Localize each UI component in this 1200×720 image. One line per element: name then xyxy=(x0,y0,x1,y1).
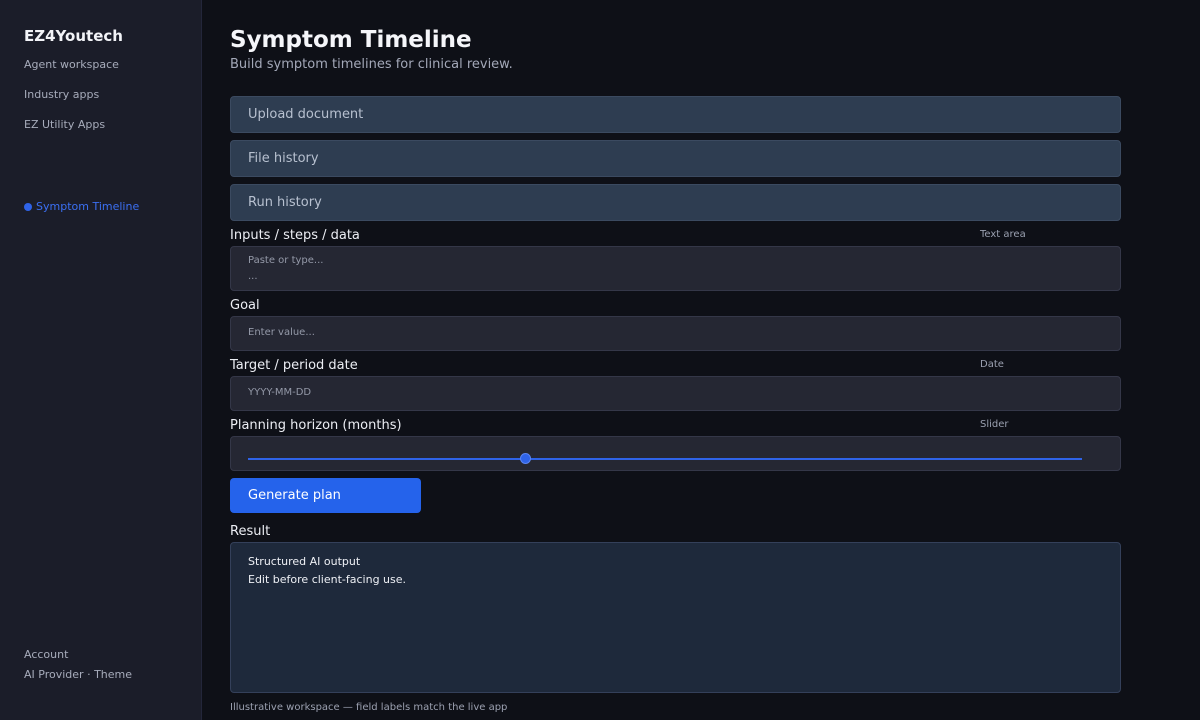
nav-agent-workspace[interactable]: Agent workspace xyxy=(24,58,119,71)
theme-link[interactable]: Theme xyxy=(94,668,132,681)
page-subtitle: Build symptom timelines for clinical rev… xyxy=(230,57,513,72)
active-dot-icon xyxy=(24,202,32,211)
file-history-expander[interactable]: File history xyxy=(230,140,1121,177)
goal-placeholder: Enter value... xyxy=(248,327,315,338)
result-output[interactable]: Structured AI output Edit before client-… xyxy=(230,542,1121,693)
nav-ez-utility-apps[interactable]: EZ Utility Apps xyxy=(24,118,105,131)
result-label: Result xyxy=(230,524,271,539)
ai-provider-link[interactable]: AI Provider xyxy=(24,668,84,681)
inputs-placeholder: Paste or type... xyxy=(248,255,324,266)
horizon-label: Planning horizon (months) xyxy=(230,418,402,433)
nav-symptom-timeline-label: Symptom Timeline xyxy=(36,200,140,213)
target-date-input[interactable]: YYYY-MM-DD xyxy=(230,376,1121,411)
run-history-expander[interactable]: Run history xyxy=(230,184,1121,221)
footnote: Illustrative workspace — field labels ma… xyxy=(230,702,508,713)
target-date-type-hint: Date xyxy=(980,359,1004,370)
sidebar-footer-row: AI Provider · Theme xyxy=(24,668,132,681)
horizon-slider-container xyxy=(230,436,1121,471)
inputs-label: Inputs / steps / data xyxy=(230,228,360,243)
horizon-slider-track[interactable] xyxy=(248,458,1082,460)
account-link[interactable]: Account xyxy=(24,648,68,661)
sidebar: EZ4Youtech Agent workspace Industry apps… xyxy=(0,0,202,720)
target-date-label: Target / period date xyxy=(230,358,358,373)
separator-dot: · xyxy=(87,668,91,681)
brand-logo[interactable]: EZ4Youtech xyxy=(24,27,123,45)
nav-industry-apps[interactable]: Industry apps xyxy=(24,88,99,101)
app-window: EZ4Youtech Agent workspace Industry apps… xyxy=(0,0,1200,720)
nav-symptom-timeline[interactable]: Symptom Timeline xyxy=(24,200,139,213)
inputs-placeholder-ellipsis: ... xyxy=(248,271,258,282)
goal-input[interactable]: Enter value... xyxy=(230,316,1121,351)
generate-plan-button[interactable]: Generate plan xyxy=(230,478,421,513)
horizon-type-hint: Slider xyxy=(980,419,1009,430)
target-date-placeholder: YYYY-MM-DD xyxy=(248,387,312,398)
result-line-1: Structured AI output xyxy=(248,555,361,568)
result-line-2: Edit before client-facing use. xyxy=(248,573,407,586)
inputs-textarea[interactable]: Paste or type... ... xyxy=(230,246,1121,291)
upload-document-expander[interactable]: Upload document xyxy=(230,96,1121,133)
page-title: Symptom Timeline xyxy=(230,27,472,53)
inputs-type-hint: Text area xyxy=(980,229,1026,240)
horizon-slider-thumb[interactable] xyxy=(520,453,532,464)
goal-label: Goal xyxy=(230,298,260,313)
